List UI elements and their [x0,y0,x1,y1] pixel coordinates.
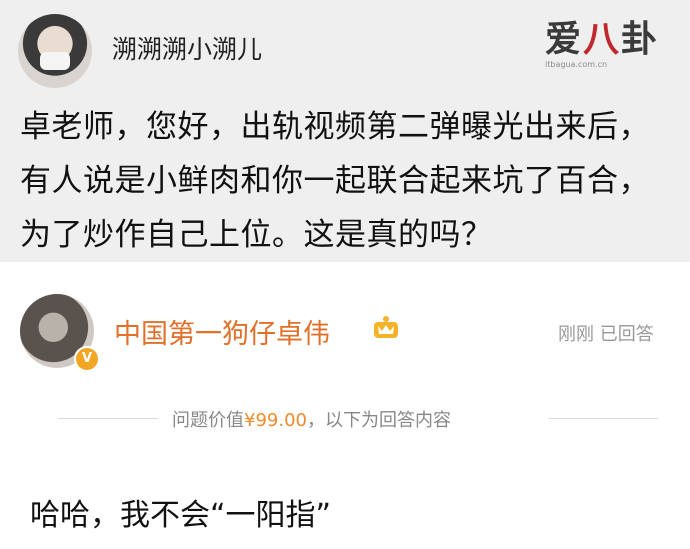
watermark-text: 爱八卦 [545,10,685,62]
price-label: 问题价值¥99.00，以下为回答内容 [172,406,451,432]
divider-line-right [548,418,658,419]
watermark-char-1: 爱 [545,19,584,60]
watermark-char-2: 八 [583,19,622,60]
price-suffix: ，以下为回答内容 [306,410,451,431]
answerer-name[interactable]: 中国第一狗仔卓伟 [114,312,330,351]
question-text: 卓老师，您好，出轨视频第二弹曝光出来后，有人说是小鲜肉和你一起联合起来坑了百合，… [20,109,650,253]
question-panel: 溯溯溯小溯儿 爱八卦 itbagua.com.cn 卓老师，您好，出轨视频第二弹… [0,0,690,262]
vip-crown-icon [374,316,398,338]
asker-name[interactable]: 溯溯溯小溯儿 [112,30,262,66]
price-divider: 问题价值¥99.00，以下为回答内容 [0,398,690,438]
divider-line-left [58,418,158,419]
watermark-char-3: 卦 [621,19,660,60]
face-mask-shape [40,52,70,70]
price-value: ¥99.00 [244,410,307,431]
verified-v-icon: V [74,346,100,372]
answer-status: 刚刚 已回答 [558,324,654,345]
price-prefix: 问题价值 [172,410,244,431]
answer-text: 哈哈，我不会“一阳指” [30,498,332,533]
asker-avatar[interactable] [18,14,92,88]
answer-header: V 中国第一狗仔卓伟 刚刚 已回答 [0,262,690,382]
watermark-logo: 爱八卦 itbagua.com.cn [545,10,685,70]
